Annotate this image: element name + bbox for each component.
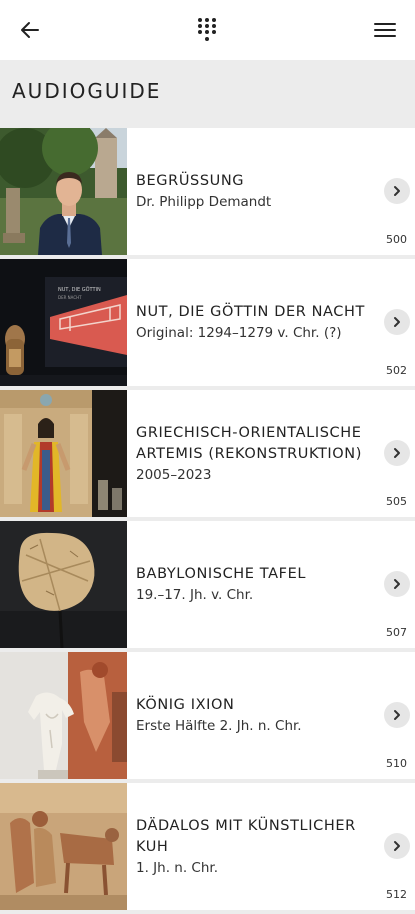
list-item[interactable]: GRIECHISCH-ORIENTALISCHE ARTEMIS (REKONS…	[0, 390, 415, 517]
fresco-painting-photo	[0, 783, 127, 910]
chevron-right-icon	[394, 579, 400, 589]
item-open-button[interactable]	[384, 178, 410, 204]
item-open-button[interactable]	[384, 833, 410, 859]
item-title: NUT, DIE GÖTTIN DER NACHT	[136, 304, 365, 320]
clay-tablet-photo	[0, 521, 127, 648]
item-text: DÄDALOS MIT KÜNSTLICHER KUH 1. Jh. n. Ch…	[136, 783, 371, 910]
item-subtitle: Erste Hälfte 2. Jh. n. Chr.	[136, 718, 302, 734]
keypad-icon	[198, 18, 216, 41]
item-title: BEGRÜSSUNG	[136, 173, 245, 189]
back-button[interactable]	[12, 12, 48, 48]
item-number: 505	[386, 495, 407, 508]
item-title: GRIECHISCH-ORIENTALISCHE ARTEMIS (REKONS…	[136, 424, 363, 462]
item-subtitle: 2005–2023	[136, 466, 212, 483]
hamburger-menu-icon	[374, 23, 396, 37]
arrow-left-icon	[21, 22, 39, 38]
item-number: 500	[386, 233, 407, 246]
item-title: DÄDALOS MIT KÜNSTLICHER KUH	[136, 817, 356, 855]
svg-text:NUT, DIE GÖTTIN: NUT, DIE GÖTTIN	[58, 286, 101, 293]
list-item[interactable]: KÖNIG IXION Erste Hälfte 2. Jh. n. Chr. …	[0, 652, 415, 779]
painted-artemis-statue-photo	[0, 390, 127, 517]
item-text: GRIECHISCH-ORIENTALISCHE ARTEMIS (REKONS…	[136, 390, 371, 517]
item-number: 507	[386, 626, 407, 639]
item-text: BEGRÜSSUNG Dr. Philipp Demandt	[136, 128, 371, 255]
item-number: 512	[386, 888, 407, 901]
item-subtitle: 19.–17. Jh. v. Chr.	[136, 587, 254, 603]
item-open-button[interactable]	[384, 571, 410, 597]
item-open-button[interactable]	[384, 309, 410, 335]
menu-button[interactable]	[367, 12, 403, 48]
chevron-right-icon	[394, 317, 400, 327]
item-open-button[interactable]	[384, 440, 410, 466]
list-item[interactable]: DÄDALOS MIT KÜNSTLICHER KUH 1. Jh. n. Ch…	[0, 783, 415, 910]
page-title: AUDIOGUIDE	[12, 79, 162, 103]
item-number: 510	[386, 757, 407, 770]
chevron-right-icon	[394, 841, 400, 851]
chevron-right-icon	[394, 186, 400, 196]
item-open-button[interactable]	[384, 702, 410, 728]
list-item[interactable]: BABYLONISCHE TAFEL 19.–17. Jh. v. Chr. 5…	[0, 521, 415, 648]
item-subtitle: Dr. Philipp Demandt	[136, 194, 272, 210]
item-text: BABYLONISCHE TAFEL 19.–17. Jh. v. Chr.	[136, 521, 371, 648]
top-bar	[0, 0, 415, 60]
item-title: KÖNIG IXION	[136, 697, 235, 713]
list-item[interactable]: BEGRÜSSUNG Dr. Philipp Demandt 500	[0, 128, 415, 255]
keypad-button[interactable]	[189, 12, 225, 48]
chevron-right-icon	[394, 710, 400, 720]
audioguide-list: BEGRÜSSUNG Dr. Philipp Demandt 500 NUT, …	[0, 128, 415, 914]
marble-torso-photo	[0, 652, 127, 779]
item-title: BABYLONISCHE TAFEL	[136, 566, 307, 582]
chevron-right-icon	[394, 448, 400, 458]
man-in-suit-in-garden-photo	[0, 128, 127, 255]
item-subtitle: Original: 1294–1279 v. Chr. (?)	[136, 325, 342, 341]
list-item[interactable]: NUT, DIE GÖTTIN DER NACHT NUT, DIE GÖTTI…	[0, 259, 415, 386]
item-text: NUT, DIE GÖTTIN DER NACHT Original: 1294…	[136, 259, 371, 386]
item-number: 502	[386, 364, 407, 377]
item-subtitle: 1. Jh. n. Chr.	[136, 859, 219, 876]
egyptian-exhibit-photo: NUT, DIE GÖTTIN DER NACHT	[0, 259, 127, 386]
svg-text:DER NACHT: DER NACHT	[58, 295, 82, 300]
section-header: AUDIOGUIDE	[0, 60, 415, 128]
item-text: KÖNIG IXION Erste Hälfte 2. Jh. n. Chr.	[136, 652, 371, 779]
